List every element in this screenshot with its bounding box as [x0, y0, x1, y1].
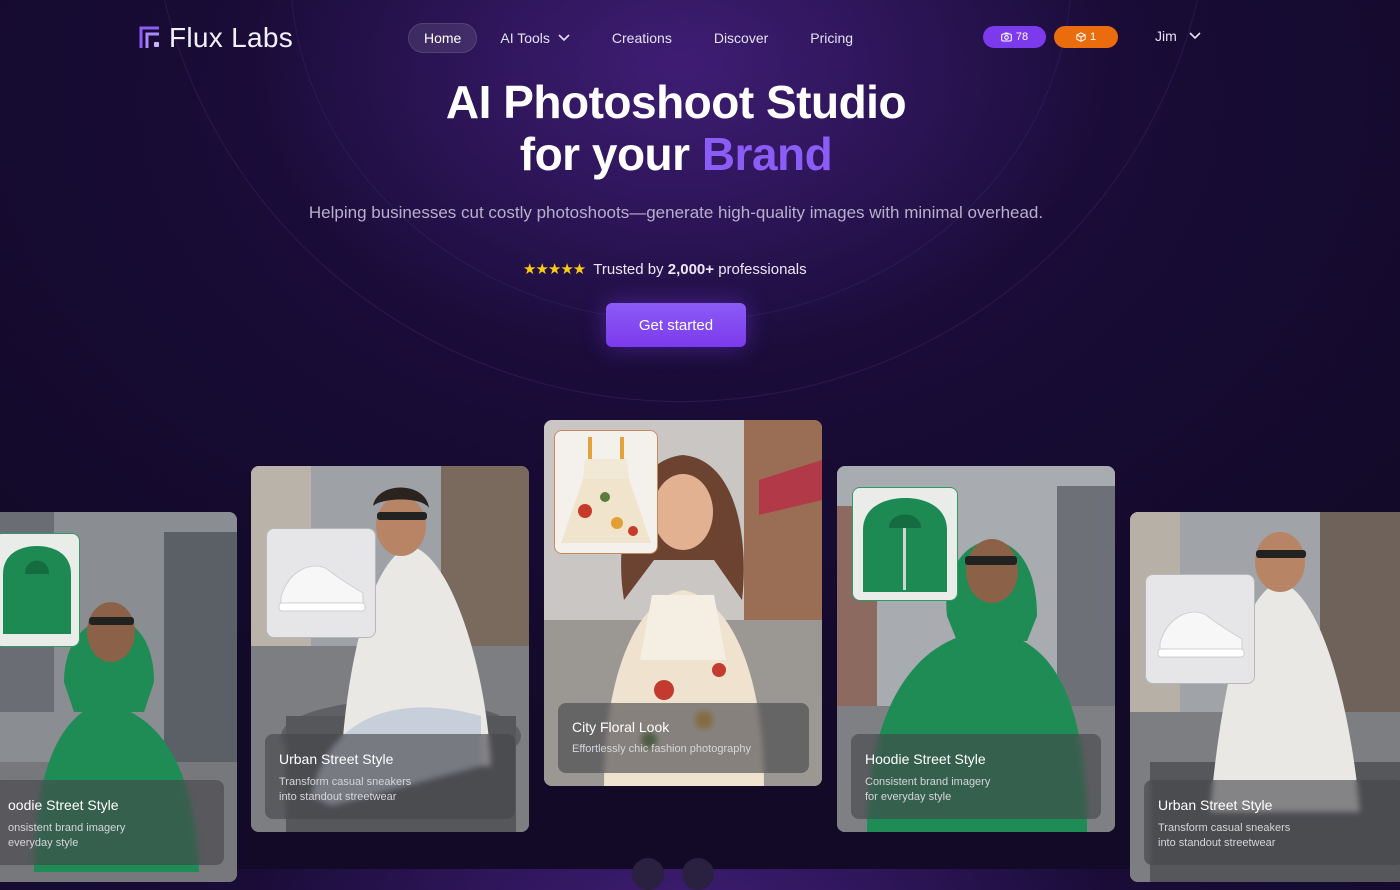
brand-logo[interactable]: Flux Labs	[139, 22, 293, 54]
rating-stars-icon: ★★★★★	[523, 261, 586, 278]
nav-ai-tools-label: AI Tools	[500, 30, 550, 46]
product-thumbnail	[852, 487, 958, 601]
showcase-card[interactable]: City Floral Look Effortlessly chic fashi…	[544, 420, 822, 786]
carousel-prev-button[interactable]	[632, 858, 664, 890]
card-caption: Urban Street Style Transform casual snea…	[1144, 780, 1400, 865]
hero-title-accent: Brand	[701, 128, 833, 180]
card-description: Transform casual sneakers into standout …	[279, 776, 412, 803]
nav-creations[interactable]: Creations	[597, 23, 687, 53]
card-title: Urban Street Style	[279, 751, 394, 767]
card-caption: Hoodie Street Style Consistent brand ima…	[851, 734, 1101, 819]
user-name: Jim	[1155, 28, 1177, 44]
chevron-down-icon	[1189, 32, 1201, 40]
trust-prefix: Trusted by	[593, 260, 668, 278]
card-title: Urban Street Style	[1158, 797, 1273, 813]
trust-text: Trusted by 2,000+ professionals	[593, 261, 806, 278]
product-thumbnail	[554, 430, 658, 554]
hero-subtitle: Helping businesses cut costly photoshoot…	[308, 203, 1044, 222]
nav-home[interactable]: Home	[408, 23, 478, 53]
flux-logo-icon	[139, 26, 159, 48]
card-description: onsistent brand imagery everyday style	[8, 822, 126, 849]
camera-icon	[1001, 32, 1012, 42]
nav-ai-tools[interactable]: AI Tools	[485, 23, 585, 53]
product-thumbnail	[266, 528, 376, 638]
user-menu[interactable]: Jim	[1155, 28, 1201, 44]
get-started-button[interactable]: Get started	[606, 303, 746, 347]
showcase-card[interactable]: Urban Street Style Transform casual snea…	[251, 466, 529, 832]
card-title: Hoodie Street Style	[865, 751, 986, 767]
card-caption: oodie Street Style onsistent brand image…	[0, 780, 224, 865]
nav-discover-label: Discover	[713, 30, 769, 46]
trust-line: ★★★★★ Trusted by 2,000+ professionals	[523, 260, 807, 279]
chevron-down-icon	[558, 34, 570, 42]
main-nav: Home AI Tools Creations Discover Pricing	[408, 23, 868, 53]
hero-title-line1: AI Photoshoot Studio	[445, 76, 907, 128]
card-caption: Urban Street Style Transform casual snea…	[265, 734, 515, 819]
box-icon	[1076, 32, 1086, 42]
product-thumbnail	[0, 533, 80, 647]
carousel-controls	[632, 858, 714, 890]
card-title: oodie Street Style	[8, 797, 119, 813]
card-description: Consistent brand imagery for everyday st…	[865, 776, 991, 803]
nav-creations-label: Creations	[611, 30, 672, 46]
trust-suffix: professionals	[714, 260, 807, 278]
credits-value: 78	[1015, 31, 1029, 43]
card-description: Transform casual sneakers into standout …	[1158, 822, 1291, 849]
nav-discover[interactable]: Discover	[699, 23, 783, 53]
nav-pricing[interactable]: Pricing	[795, 23, 868, 53]
hero-title-prefix: for your	[519, 128, 702, 180]
nav-home-label: Home	[424, 30, 462, 46]
card-title: City Floral Look	[572, 719, 670, 735]
trust-count: 2,000+	[667, 260, 715, 278]
product-thumbnail	[1145, 574, 1255, 684]
showcase-card[interactable]: Hoodie Street Style Consistent brand ima…	[837, 466, 1115, 832]
hero-title-line2: for your Brand	[0, 127, 1352, 181]
brand-name: Flux Labs	[169, 22, 294, 53]
showcase-card[interactable]: Urban Street Style Transform casual snea…	[1130, 512, 1400, 882]
models-badge[interactable]: 1	[1054, 26, 1118, 48]
credits-badge[interactable]: 78	[983, 26, 1046, 48]
models-value: 1	[1089, 31, 1097, 43]
card-caption: City Floral Look Effortlessly chic fashi…	[558, 703, 809, 773]
carousel-next-button[interactable]	[682, 858, 714, 890]
showcase-card[interactable]: oodie Street Style onsistent brand image…	[0, 512, 237, 882]
card-description: Effortlessly chic fashion photography	[572, 743, 751, 755]
nav-pricing-label: Pricing	[810, 30, 854, 46]
